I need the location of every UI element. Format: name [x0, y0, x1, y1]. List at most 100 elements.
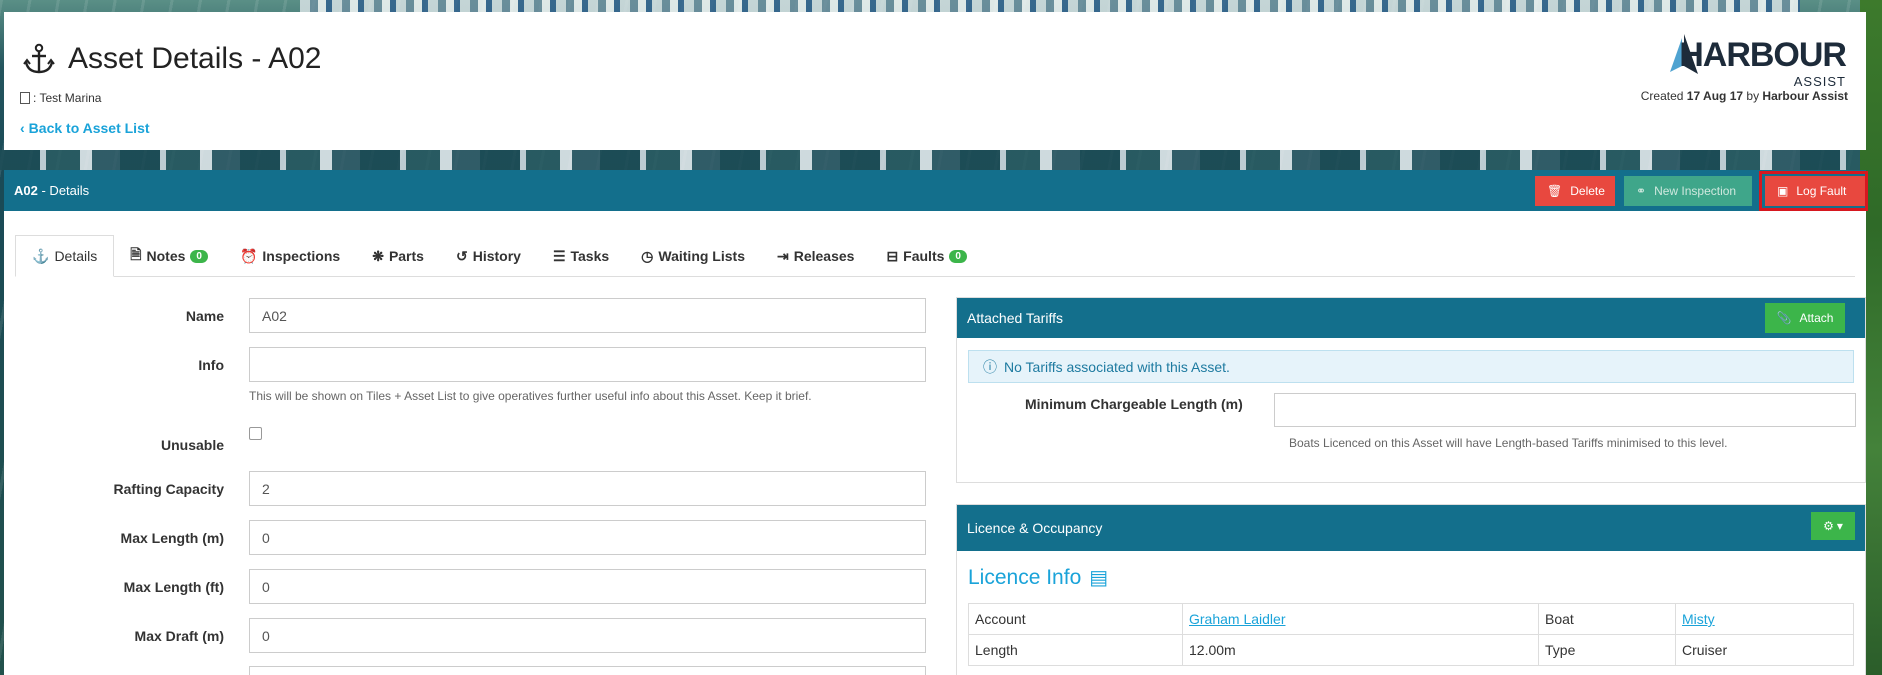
created-info: Created 17 Aug 17 by Harbour Assist	[1641, 89, 1848, 103]
asset-tabs: ⚓ Details 🗎 Notes 0 ⏰ Inspections ❋ Part…	[15, 235, 1855, 277]
tab-label: Inspections	[262, 248, 341, 264]
boat-link[interactable]: Misty	[1682, 611, 1715, 627]
name-input[interactable]	[249, 298, 926, 333]
glasses-icon: ⚭	[1636, 184, 1647, 198]
tab-label: Releases	[793, 248, 855, 264]
rafting-label: Rafting Capacity	[113, 481, 224, 497]
back-link-label: Back to Asset List	[28, 120, 150, 136]
max-length-m-input[interactable]	[249, 520, 926, 555]
details-bar-title: A02 - Details	[14, 183, 89, 198]
tab-notes[interactable]: 🗎 Notes 0	[114, 235, 224, 277]
attached-tariffs-title: Attached Tariffs	[967, 310, 1063, 326]
max-draft-input[interactable]	[249, 618, 926, 653]
chevron-left-icon: ‹	[20, 120, 25, 136]
created-date: 17 Aug 17	[1686, 89, 1744, 103]
max-length-ft-input[interactable]	[249, 569, 926, 604]
delete-button[interactable]: 🗑 Delete	[1535, 176, 1615, 206]
id-card-icon[interactable]: ▤	[1089, 565, 1108, 590]
account-label: Account	[968, 603, 1183, 635]
marina-name: : Test Marina	[33, 91, 102, 105]
main-panel: ⚓ Details 🗎 Notes 0 ⏰ Inspections ❋ Part…	[4, 211, 1866, 675]
created-by: Harbour Assist	[1762, 89, 1848, 103]
back-to-asset-list-link[interactable]: ‹ Back to Asset List	[20, 120, 150, 136]
tab-parts[interactable]: ❋ Parts	[356, 235, 440, 277]
tab-label: Parts	[388, 248, 424, 264]
licence-settings-dropdown[interactable]: ⚙ ▾	[1811, 512, 1855, 540]
sign-out-icon: ⇥	[776, 247, 789, 264]
type-label: Type	[1538, 634, 1676, 666]
marina-boats-image	[0, 150, 1882, 170]
min-chargeable-length-label: Minimum Chargeable Length (m)	[1025, 396, 1243, 412]
account-link[interactable]: Graham Laidler	[1189, 611, 1286, 627]
marina-line: : Test Marina	[20, 91, 101, 105]
licence-info-title: Licence Info	[968, 565, 1082, 589]
tab-label: Details	[54, 248, 98, 264]
max-draft-label: Max Draft (m)	[134, 628, 224, 644]
info-input[interactable]	[249, 347, 926, 382]
unusable-checkbox[interactable]	[249, 427, 262, 440]
new-inspection-label: New Inspection	[1654, 184, 1737, 198]
max-length-ft-label: Max Length (ft)	[123, 579, 224, 595]
page-title-text: Asset Details - A02	[68, 42, 322, 75]
document-icon: 🗎	[130, 246, 142, 262]
created-by-prefix: by	[1746, 89, 1760, 103]
tab-tasks[interactable]: ☰ Tasks	[537, 235, 625, 277]
page-title: Asset Details - A02	[22, 42, 321, 76]
puzzle-icon: ❋	[372, 247, 384, 264]
trash-icon: 🗑	[1547, 184, 1563, 198]
log-fault-label: Log Fault	[1796, 184, 1847, 198]
min-length-help-text: Boats Licenced on this Asset will have L…	[1289, 436, 1728, 450]
tab-inspections[interactable]: ⏰ Inspections	[224, 235, 356, 277]
tab-label: Faults	[903, 248, 945, 264]
licence-info-table: Account Graham Laidler Boat Misty Length…	[968, 603, 1854, 666]
logo-sub-text: ASSIST	[1793, 74, 1846, 89]
faults-count-badge: 0	[949, 249, 967, 263]
rafting-capacity-input[interactable]	[249, 471, 926, 506]
marina-dock-image	[300, 0, 1800, 12]
type-value: Cruiser	[1675, 634, 1854, 666]
details-suffix: - Details	[41, 183, 90, 198]
unusable-label: Unusable	[160, 437, 224, 453]
tab-faults[interactable]: ⊟ Faults 0	[870, 235, 983, 277]
next-field-input[interactable]	[249, 666, 926, 675]
log-fault-button[interactable]: ▣ Log Fault	[1765, 176, 1865, 206]
licence-info-heading: Licence Info ▤	[968, 565, 1108, 590]
page-header: Asset Details - A02 : Test Marina ‹ Back…	[4, 12, 1866, 150]
harbour-assist-logo: HARBOUR ASSIST	[1656, 26, 1847, 89]
tab-history[interactable]: ↺ History	[440, 235, 537, 277]
attach-tariff-button[interactable]: 📎 Attach	[1765, 303, 1845, 333]
clock-icon: ◷	[641, 247, 654, 264]
anchor-icon: ⚓	[32, 247, 50, 264]
tab-label: Waiting Lists	[658, 248, 745, 264]
attach-label: Attach	[1799, 311, 1834, 325]
tab-label: Notes	[146, 248, 186, 264]
licence-occupancy-title: Licence & Occupancy	[967, 520, 1103, 536]
created-prefix: Created	[1640, 89, 1684, 103]
info-circle-icon: ⓘ	[983, 358, 997, 375]
licence-occupancy-panel: Licence & Occupancy ⚙ ▾ Licence Info ▤ A…	[956, 504, 1866, 675]
tab-label: History	[472, 248, 521, 264]
tab-waiting-lists[interactable]: ◷ Waiting Lists	[625, 235, 761, 277]
paperclip-icon: 📎	[1776, 311, 1792, 325]
info-help-text: This will be shown on Tiles + Asset List…	[249, 389, 812, 403]
max-length-m-label: Max Length (m)	[120, 530, 224, 546]
no-tariffs-text: No Tariffs associated with this Asset.	[1004, 358, 1230, 375]
history-icon: ↺	[455, 247, 468, 264]
tab-releases[interactable]: ⇥ Releases	[761, 235, 870, 277]
alarm-clock-icon: ⏰	[239, 247, 258, 264]
boat-label: Boat	[1538, 603, 1676, 635]
building-icon	[20, 92, 30, 104]
account-value: Graham Laidler	[1182, 603, 1539, 635]
length-value: 12.00m	[1182, 634, 1539, 666]
toolbox-icon: ⊟	[886, 247, 899, 264]
table-row: Account Graham Laidler Boat Misty	[968, 603, 1854, 635]
min-chargeable-length-input[interactable]	[1274, 393, 1856, 427]
licence-occupancy-header: Licence & Occupancy ⚙ ▾	[957, 505, 1865, 551]
attached-tariffs-panel: Attached Tariffs 📎 Attach ⓘ No Tariffs a…	[956, 297, 1866, 483]
new-inspection-button[interactable]: ⚭ New Inspection	[1624, 176, 1752, 206]
no-tariffs-alert: ⓘ No Tariffs associated with this Asset.	[968, 350, 1854, 383]
name-label: Name	[185, 308, 224, 324]
medkit-icon: ▣	[1777, 184, 1789, 198]
tab-details[interactable]: ⚓ Details	[15, 235, 115, 277]
asset-code: A02	[14, 183, 38, 198]
